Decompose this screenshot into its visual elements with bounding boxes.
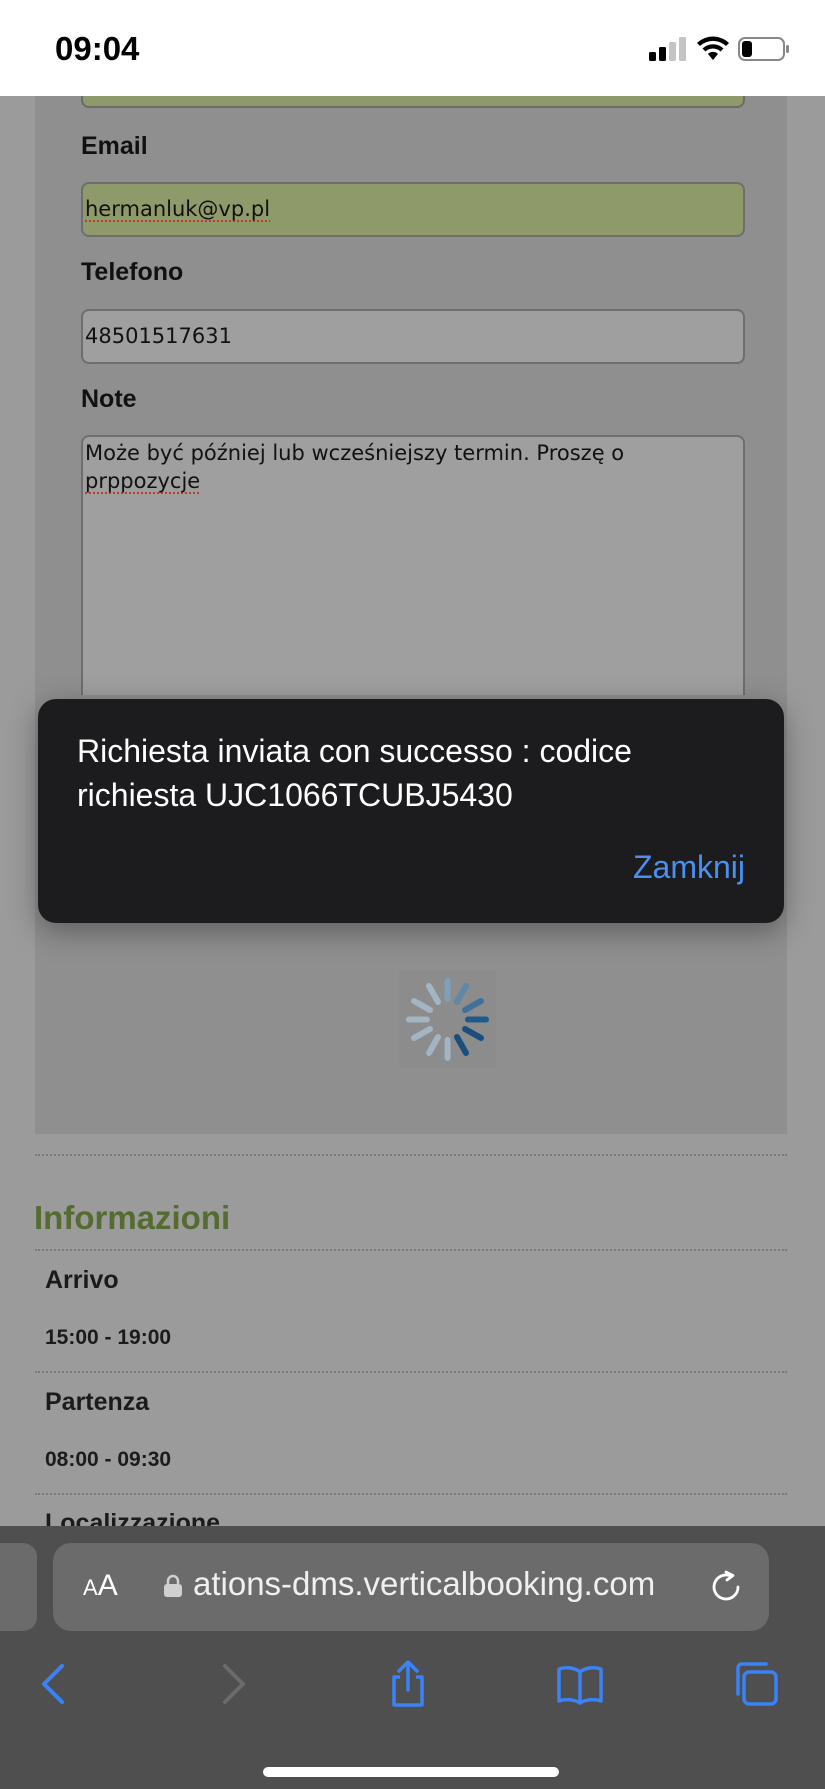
divider: [35, 1249, 787, 1251]
alert-message: Richiesta inviata con successo : codice …: [77, 733, 632, 813]
phone-value: 48501517631: [85, 324, 232, 348]
note-label: Note: [81, 385, 137, 413]
previous-tab-peek[interactable]: [0, 1543, 37, 1631]
lock-icon: [164, 1574, 182, 1597]
address-bar[interactable]: AA ations-dms.verticalbooking.com: [53, 1543, 769, 1631]
divider: [35, 1371, 787, 1373]
phone-label: Telefono: [81, 258, 184, 286]
share-icon[interactable]: [384, 1660, 432, 1708]
departure-time: 08:00 - 09:30: [45, 1448, 172, 1471]
arrival-label: Arrivo: [45, 1266, 119, 1294]
note-line-1: Może być później lub wcześniejszy termin…: [85, 441, 625, 465]
email-label: Email: [81, 132, 148, 160]
back-icon[interactable]: [30, 1660, 78, 1708]
divider: [35, 1493, 787, 1495]
spinner-icon: [399, 971, 496, 1068]
info-section-title: Informazioni: [34, 1199, 231, 1236]
status-time: 09:04: [55, 30, 140, 67]
arrival-time: 15:00 - 19:00: [45, 1326, 172, 1349]
url-text: ations-dms.verticalbooking.com: [193, 1565, 656, 1602]
battery-icon: [738, 37, 789, 61]
success-alert-dialog: Richiesta inviata con successo : codice …: [38, 699, 784, 923]
bookmarks-icon[interactable]: [556, 1660, 604, 1708]
status-bar: 09:04: [0, 0, 825, 96]
signal-icon: [649, 37, 686, 61]
departure-label: Partenza: [45, 1388, 150, 1416]
forward-icon[interactable]: [209, 1660, 257, 1708]
text-size-button[interactable]: AA: [83, 1569, 118, 1603]
close-alert-button[interactable]: Zamknij: [633, 849, 745, 886]
wifi-icon: [697, 36, 729, 60]
note-textarea[interactable]: Może być później lub wcześniejszy termin…: [81, 435, 745, 695]
safari-toolbar: AA ations-dms.verticalbooking.com: [0, 1526, 825, 1789]
email-field[interactable]: hermanluk@vp.pl: [81, 182, 745, 237]
note-line-2: prppozycje: [85, 469, 201, 493]
phone-field[interactable]: 48501517631: [81, 309, 745, 364]
previous-field[interactable]: [81, 96, 745, 108]
divider: [35, 1154, 787, 1156]
location-label: Localizzazione: [45, 1509, 221, 1526]
home-indicator: [263, 1767, 559, 1777]
tabs-icon[interactable]: [732, 1660, 780, 1708]
reload-icon[interactable]: [708, 1569, 744, 1605]
email-value: hermanluk@vp.pl: [85, 197, 271, 221]
